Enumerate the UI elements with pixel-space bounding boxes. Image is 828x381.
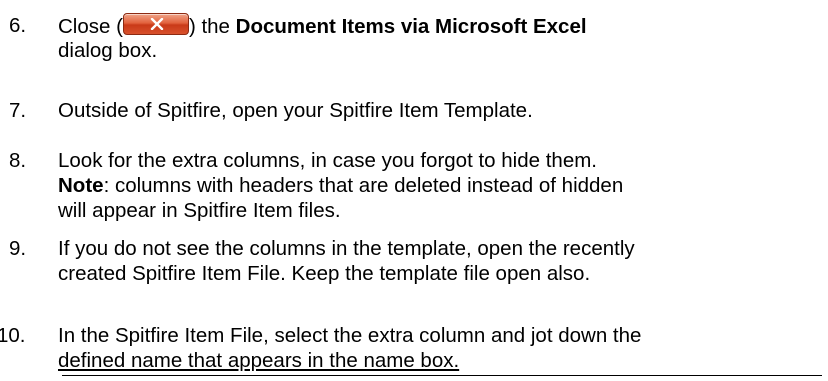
answer-line [62, 375, 822, 376]
step-number: 8. [9, 149, 27, 172]
close-button-image [122, 13, 189, 35]
step-text: In the Spitfire Item File, select the ex… [58, 324, 642, 347]
step-number: 7. [9, 99, 27, 122]
step-number: 10. [0, 324, 26, 347]
step-text: If you do not see the columns in the tem… [58, 237, 635, 260]
step-text-line2: defined name that appears in the name bo… [58, 349, 460, 372]
dialog-name: Document Items via Microsoft Excel [235, 15, 587, 38]
close-text-after: ) the [188, 15, 236, 38]
step-text: Close ( ) the Document Items via Microsof… [58, 13, 587, 39]
note-text: : columns with headers that are deleted … [103, 174, 624, 197]
document-page: 6. Close ( ) the Document Items via Micro… [0, 0, 828, 381]
step-text-line2: dialog box. [58, 39, 158, 62]
step-text-line3: will appear in Spitfire Item files. [58, 199, 341, 222]
step-text: Look for the extra columns, in case you … [58, 149, 597, 172]
step-note: Note: columns with headers that are dele… [58, 173, 623, 198]
step-number: 6. [9, 14, 27, 37]
step-text-line2: created Spitfire Item File. Keep the tem… [58, 262, 591, 285]
note-label: Note [58, 174, 104, 197]
step-text: Outside of Spitfire, open your Spitfire … [58, 99, 533, 122]
close-text-before: Close ( [58, 15, 123, 38]
close-x-icon [150, 18, 164, 30]
step-number: 9. [9, 237, 27, 260]
